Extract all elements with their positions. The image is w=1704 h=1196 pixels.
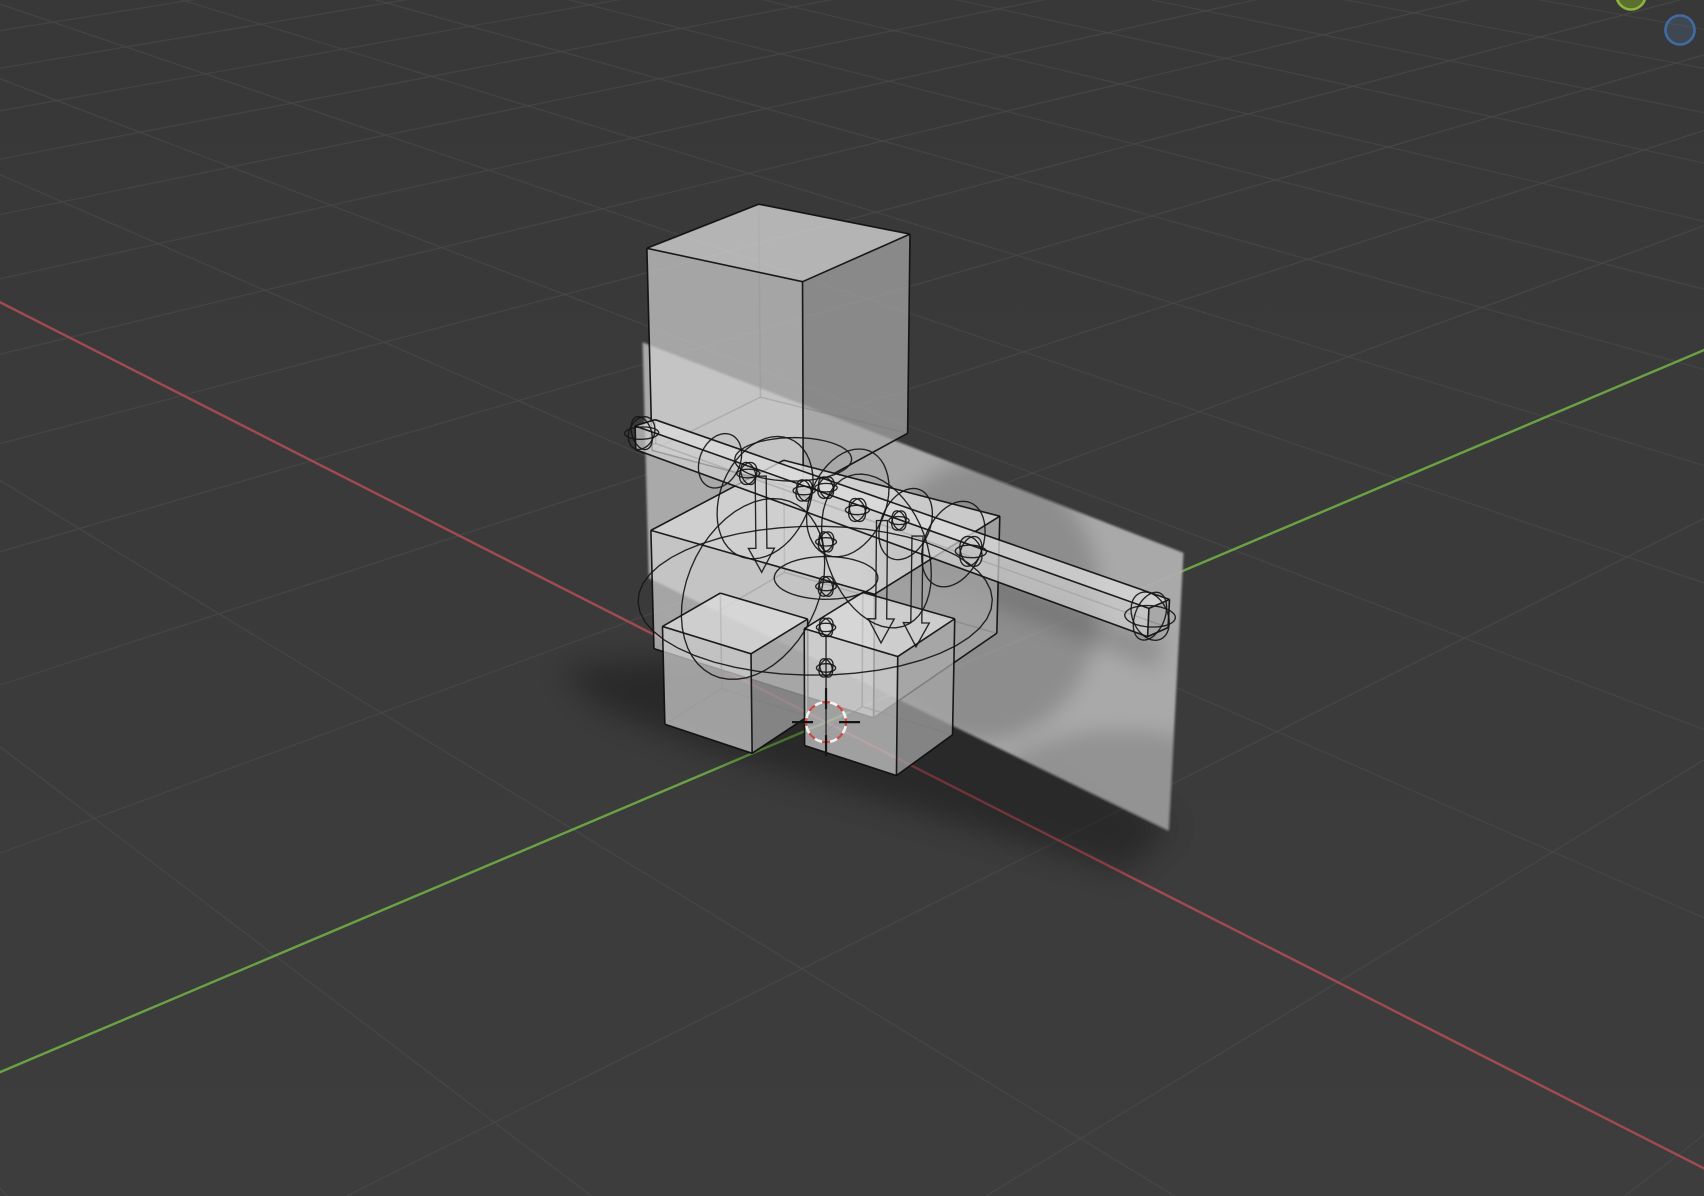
gizmo-axis-z-ball[interactable] bbox=[1664, 14, 1696, 46]
blender-3d-viewport[interactable] bbox=[0, 0, 1704, 1196]
viewport-canvas bbox=[0, 0, 1704, 1196]
model-box-leg-left[interactable] bbox=[661, 592, 809, 755]
